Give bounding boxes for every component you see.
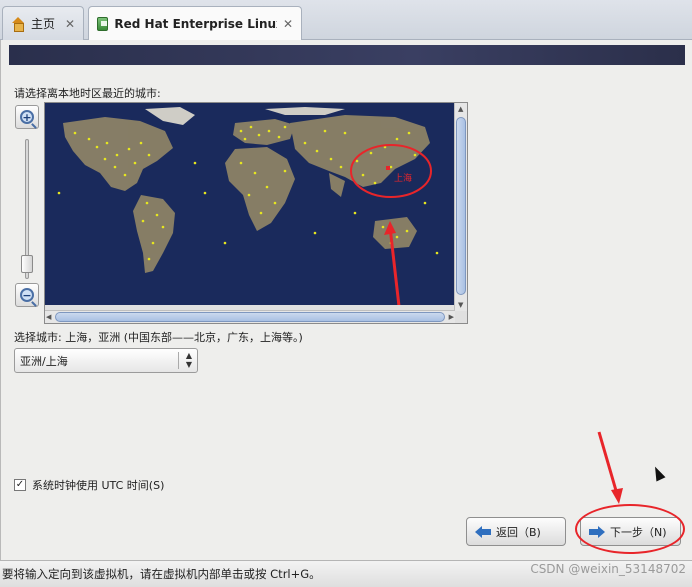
back-button[interactable]: 返回（B) [466, 517, 566, 546]
utc-checkbox[interactable]: ✓ [14, 479, 26, 491]
world-map[interactable]: 上海 [45, 103, 455, 305]
selected-city-text: 选择城市: 上海，亚洲 (中国东部——北京，广东，上海等。) [14, 331, 303, 344]
utc-checkbox-row[interactable]: ✓ 系统时钟使用 UTC 时间(S) [14, 477, 164, 493]
close-icon[interactable]: ✕ [65, 17, 75, 31]
timezone-select[interactable]: 亚洲/上海 ▲ ▼ [14, 348, 198, 373]
status-message: 要将输入定向到该虚拟机，请在虚拟机内部单击或按 Ctrl+G。 [2, 567, 321, 581]
zoom-slider-thumb[interactable] [21, 255, 33, 273]
annotation-arrow-next [597, 431, 623, 504]
tab-home[interactable]: 主页 ✕ [2, 6, 84, 40]
watermark: CSDN @weixin_53148702 [530, 562, 686, 576]
tab-home-label: 主页 [31, 17, 56, 31]
map-vertical-scroll-thumb[interactable] [456, 117, 466, 295]
chevron-updown-icon: ▲ ▼ [185, 351, 192, 369]
map-vertical-scrollbar[interactable]: ▲ ▼ [454, 103, 467, 311]
zoom-in-icon: + [20, 110, 34, 124]
timezone-select-value: 亚洲/上海 [20, 354, 68, 368]
home-icon [11, 16, 25, 32]
timezone-prompt: 请选择离本地时区最近的城市: [14, 87, 161, 100]
mouse-cursor-icon [650, 464, 666, 482]
zoom-in-button[interactable]: + [15, 105, 39, 129]
annotation-circle-next [575, 504, 685, 554]
vm-icon [97, 17, 109, 31]
utc-checkbox-label: 系统时钟使用 UTC 时间(S) [32, 479, 165, 492]
arrow-left-icon [475, 525, 491, 538]
tab-vm[interactable]: Red Hat Enterprise Linux 6 6... ✕ [88, 6, 302, 41]
tab-strip: 主页 ✕ Red Hat Enterprise Linux 6 6... ✕ [0, 0, 692, 41]
map-city-label: 上海 [394, 172, 412, 184]
selected-city-marker[interactable] [386, 166, 390, 170]
close-icon[interactable]: ✕ [283, 17, 293, 31]
map-horizontal-scrollbar[interactable]: ◀ ▶ [45, 310, 455, 323]
vm-screen[interactable]: 请选择离本地时区最近的城市: + − 上海 ▲ ▼ ◀ ▶ 选择城市: 上海，亚… [0, 40, 692, 560]
back-button-label: 返回（B) [496, 525, 541, 539]
zoom-out-icon: − [20, 288, 34, 302]
installer-banner [9, 45, 685, 65]
tab-vm-label: Red Hat Enterprise Linux 6 6... [114, 17, 277, 31]
zoom-out-button[interactable]: − [15, 283, 39, 307]
world-map-view[interactable]: 上海 ▲ ▼ ◀ ▶ [44, 102, 468, 324]
map-horizontal-scroll-thumb[interactable] [55, 312, 445, 322]
